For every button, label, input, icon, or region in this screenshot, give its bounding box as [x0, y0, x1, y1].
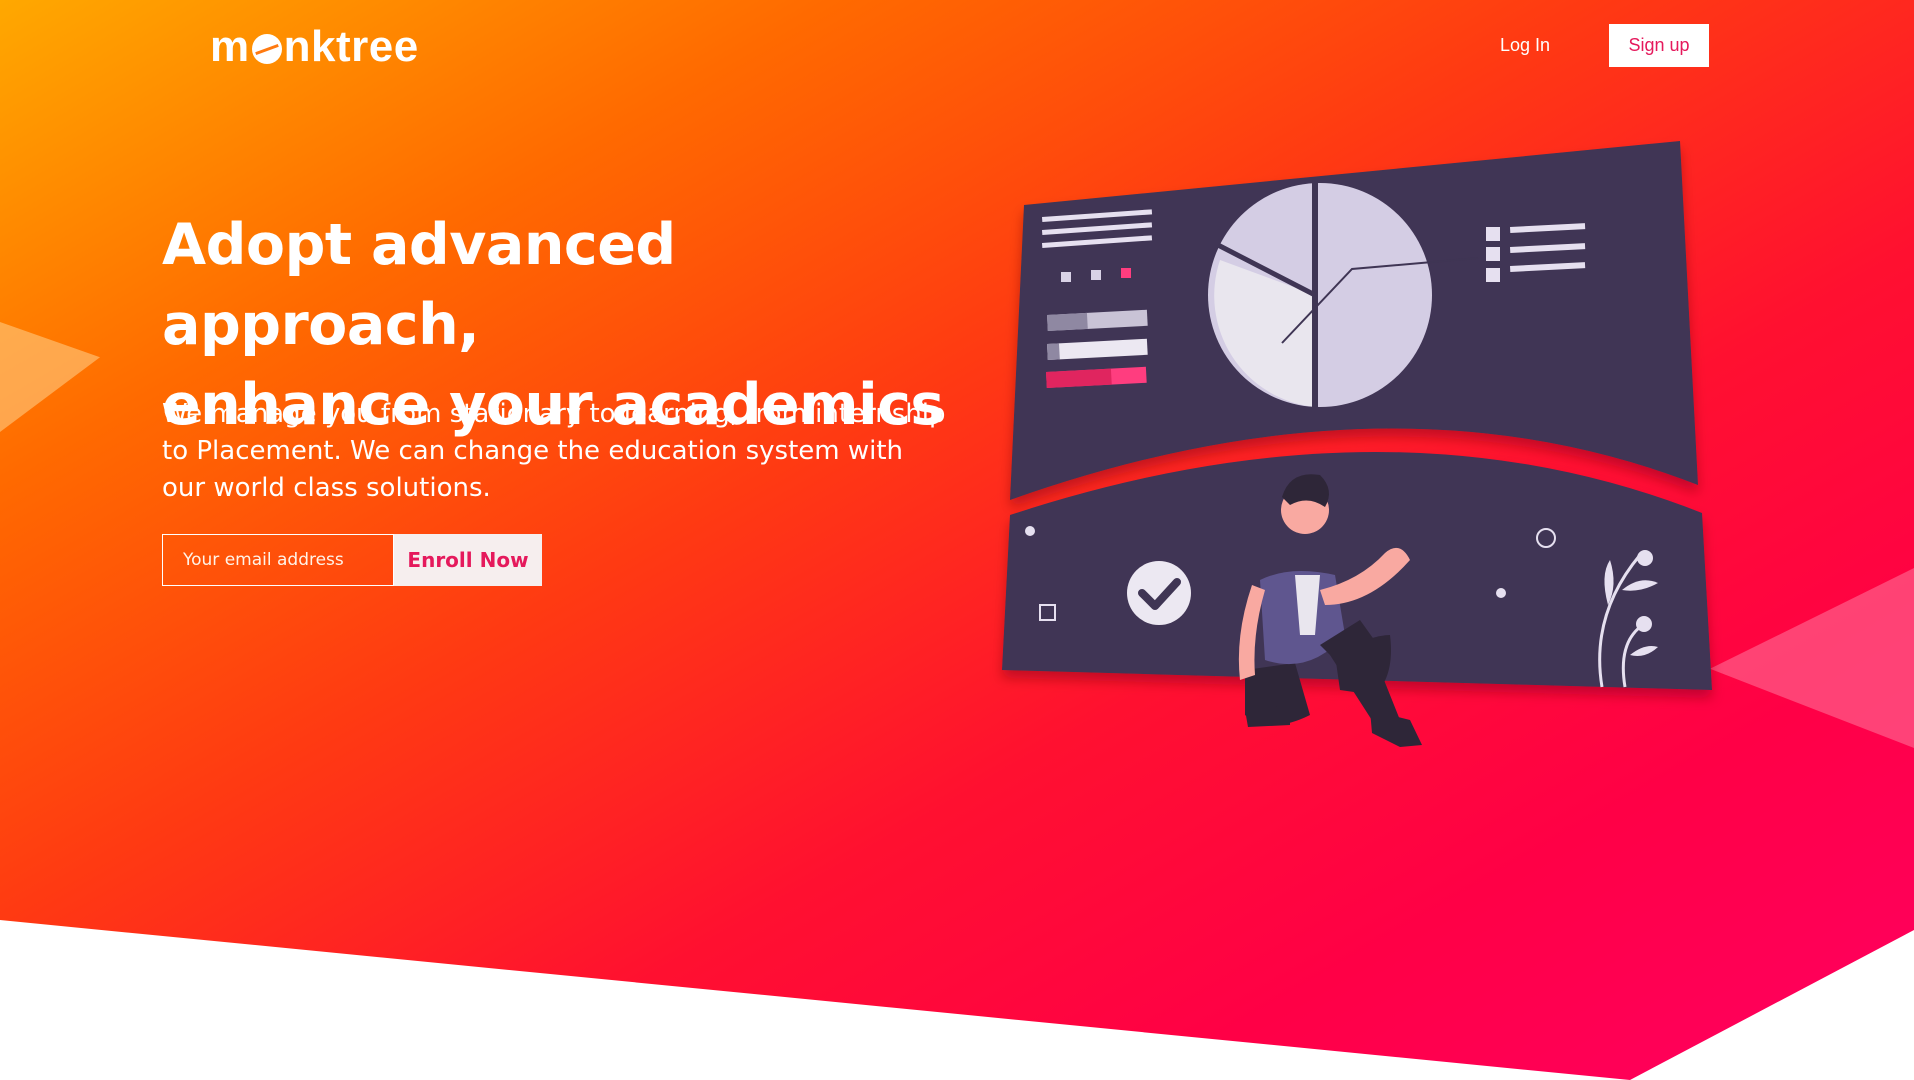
progress-bars: [1046, 309, 1148, 388]
email-input[interactable]: [162, 534, 394, 586]
login-link[interactable]: Log In: [1500, 32, 1550, 58]
brand-logo-suffix: nktree: [283, 22, 419, 71]
check-icon: [1127, 561, 1191, 625]
dashboard-person-illustration: [990, 135, 1720, 775]
enroll-now-button[interactable]: Enroll Now: [394, 534, 542, 586]
brand-logo[interactable]: m nktree: [210, 22, 419, 72]
brand-logo-prefix: m: [210, 22, 250, 71]
enroll-form: Enroll Now: [162, 534, 542, 586]
hero-description: We manage you from stationary to learnin…: [162, 399, 946, 503]
logo-o-icon: [251, 34, 282, 64]
signup-button[interactable]: Sign up: [1609, 24, 1709, 67]
hero-headline-line1: Adopt advanced approach,: [162, 212, 676, 358]
